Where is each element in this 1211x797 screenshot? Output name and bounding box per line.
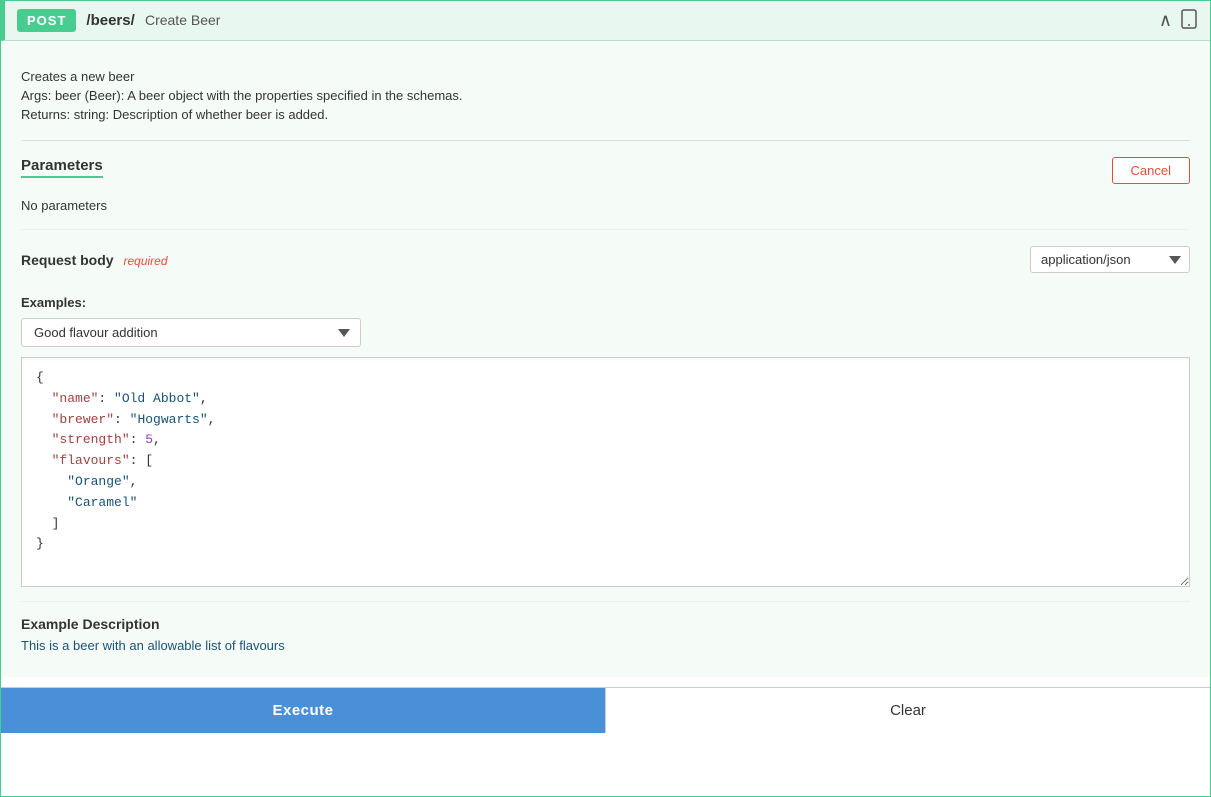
mobile-icon[interactable] — [1180, 9, 1198, 32]
parameters-header: Parameters Cancel — [21, 157, 1190, 184]
examples-select-wrapper: Good flavour addition — [21, 318, 361, 347]
path-text: /beers/ — [86, 12, 134, 29]
json-editor[interactable]: { "name": "Old Abbot", "brewer": "Hogwar… — [21, 357, 1190, 587]
example-desc-title: Example Description — [21, 616, 1190, 632]
collapse-icon[interactable]: ∧ — [1159, 10, 1172, 31]
no-params-text: No parameters — [21, 192, 1190, 219]
example-description-section: Example Description This is a beer with … — [21, 601, 1190, 667]
request-body-header: Request body required application/json — [21, 246, 1190, 273]
endpoint-title: Create Beer — [145, 12, 220, 28]
clear-button[interactable]: Clear — [605, 688, 1210, 733]
endpoint-path: /beers/ Create Beer — [86, 12, 220, 29]
content-area: Creates a new beer Args: beer (Beer): A … — [1, 41, 1210, 677]
request-body-title: Request body — [21, 252, 114, 268]
cancel-button[interactable]: Cancel — [1112, 157, 1190, 184]
examples-label: Examples: — [21, 295, 1190, 310]
examples-block: Examples: Good flavour addition { "name"… — [21, 285, 1190, 601]
desc-line1: Creates a new beer — [21, 69, 1190, 84]
desc-line3: Returns: string: Description of whether … — [21, 107, 1190, 122]
example-desc-text: This is a beer with an allowable list of… — [21, 638, 1190, 653]
parameters-title: Parameters — [21, 157, 103, 178]
execute-button[interactable]: Execute — [1, 688, 605, 733]
description-block: Creates a new beer Args: beer (Beer): A … — [21, 59, 1190, 141]
method-badge: POST — [17, 9, 76, 32]
request-body-title-group: Request body required — [21, 252, 168, 268]
required-label: required — [123, 254, 167, 268]
parameters-section: Parameters Cancel No parameters — [21, 141, 1190, 230]
desc-line2: Args: beer (Beer): A beer object with th… — [21, 88, 1190, 103]
request-body-section: Request body required application/json E… — [21, 230, 1190, 677]
header-icons: ∧ — [1159, 9, 1198, 32]
examples-select[interactable]: Good flavour addition — [21, 318, 361, 347]
endpoint-header: POST /beers/ Create Beer ∧ — [1, 1, 1210, 41]
content-type-select[interactable]: application/json — [1030, 246, 1190, 273]
action-bar: Execute Clear — [1, 687, 1210, 733]
